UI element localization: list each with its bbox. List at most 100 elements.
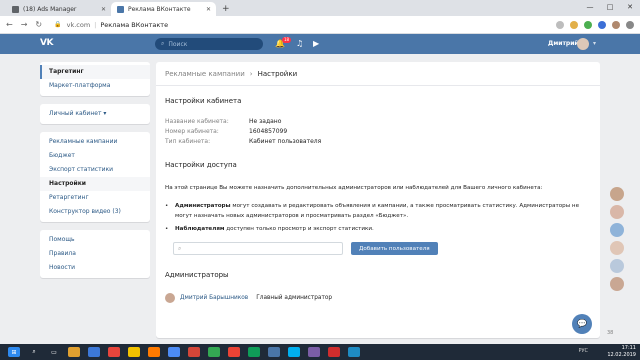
close-tab-icon[interactable]: ✕ — [101, 6, 106, 13]
settings-panel: Рекламные кампании › Настройки Настройки… — [156, 62, 600, 338]
bullet-text: Администраторы могут создавать и редакти… — [175, 201, 591, 221]
avatar[interactable] — [610, 223, 624, 237]
clock[interactable]: 17:11 12.02.2019 — [607, 345, 636, 359]
add-user-button[interactable]: Добавить пользователя — [351, 242, 438, 255]
avatar[interactable] — [165, 293, 175, 303]
user-name[interactable]: Дмитрий — [548, 40, 579, 47]
info-row: Номер кабинета: 1604857099 — [165, 127, 591, 137]
chat-button[interactable]: 💬 — [572, 314, 592, 334]
taskbar-app-icon[interactable] — [128, 347, 140, 357]
taskbar-app-icon[interactable] — [168, 347, 180, 357]
browser-tabbar: (18) Ads Manager ✕ Реклама ВКонтакте ✕ +… — [0, 0, 640, 16]
vk-header: VK ⌕ Поиск 🔔 18 ♫ ▶ Дмитрий ▾ — [0, 34, 640, 54]
url-field[interactable]: 🔒 vk.com | Реклама ВКонтакте — [54, 18, 556, 31]
menu-item-retargeting[interactable]: Ретаргетинг — [40, 191, 150, 205]
maximize-button[interactable]: □ — [600, 0, 620, 14]
tray-lang[interactable]: РУС — [578, 348, 588, 354]
breadcrumb-arrow-icon: › — [249, 69, 253, 78]
chevron-down-icon[interactable]: ▾ — [593, 40, 596, 47]
admins-title: Администраторы — [165, 271, 229, 279]
browser-tab-ads-manager[interactable]: (18) Ads Manager ✕ — [6, 2, 111, 16]
reload-icon[interactable]: ↻ — [35, 20, 42, 29]
bullet-body: доступен только просмотр и экспорт стати… — [224, 226, 374, 232]
close-tab-icon[interactable]: ✕ — [206, 6, 211, 13]
bullet-admins: • Администраторы могут создавать и редак… — [165, 201, 591, 221]
info-row: Тип кабинета: Кабинет пользователя — [165, 137, 591, 147]
menu-item-personal-cabinet[interactable]: Личный кабинет ▾ — [40, 107, 150, 121]
add-user-row: ⌕ Добавить пользователя — [173, 242, 591, 255]
menu-item-export-stats[interactable]: Экспорт статистики — [40, 163, 150, 177]
search-input[interactable]: ⌕ Поиск — [155, 38, 263, 50]
info-value: 1604857099 — [249, 128, 288, 135]
user-search-input[interactable]: ⌕ — [173, 242, 343, 255]
search-icon[interactable]: ⌕ — [28, 347, 40, 357]
bullet-body: могут создавать и редактировать объявлен… — [175, 203, 580, 219]
clock-time: 17:11 — [621, 345, 636, 351]
task-view-icon[interactable]: ▭ — [48, 347, 60, 357]
taskbar-app-icon[interactable] — [288, 347, 300, 357]
extension-icon[interactable] — [584, 20, 592, 29]
info-value[interactable]: Не задано — [249, 117, 281, 127]
address-bar: ← → ↻ 🔒 vk.com | Реклама ВКонтакте — [0, 16, 640, 34]
profile-icon[interactable] — [612, 20, 620, 29]
music-note-icon[interactable]: ♫ — [296, 39, 303, 48]
back-icon[interactable]: ← — [6, 20, 13, 29]
avatar[interactable] — [577, 38, 589, 50]
menu-item-settings[interactable]: Настройки — [40, 177, 150, 191]
star-icon[interactable] — [556, 20, 564, 29]
vk-logo[interactable]: VK — [40, 38, 53, 48]
admin-role: Главный администратор — [256, 295, 333, 301]
admin-name[interactable]: Дмитрий Барышников — [180, 295, 248, 301]
close-window-button[interactable]: ✕ — [620, 0, 640, 14]
bullet-dot: • — [165, 203, 169, 209]
notification-badge: 18 — [282, 37, 292, 43]
breadcrumb-parent[interactable]: Рекламные кампании — [165, 70, 245, 78]
menu-item-help[interactable]: Помощь — [40, 233, 150, 247]
new-tab-button[interactable]: + — [222, 4, 230, 14]
menu-item-rules[interactable]: Правила — [40, 247, 150, 261]
access-settings-section: Настройки доступа На этой странице Вы мо… — [156, 161, 600, 303]
forward-icon[interactable]: → — [21, 20, 28, 29]
access-bullets: • Администраторы могут создавать и редак… — [165, 201, 591, 234]
taskbar-app-icon[interactable] — [308, 347, 320, 357]
taskbar-app-icon[interactable] — [328, 347, 340, 357]
menu-block-campaigns: Рекламные кампании Бюджет Экспорт статис… — [40, 132, 150, 222]
menu-item-campaigns[interactable]: Рекламные кампании — [40, 135, 150, 149]
taskbar-app-icon[interactable] — [108, 347, 120, 357]
menu-item-news[interactable]: Новости — [40, 261, 150, 275]
menu-item-video-builder[interactable]: Конструктор видео (3) — [40, 205, 150, 219]
menu-block-targeting: Таргетинг Маркет-платформа — [40, 62, 150, 96]
play-icon[interactable]: ▶ — [313, 39, 319, 48]
taskbar-app-icon[interactable] — [88, 347, 100, 357]
avatar[interactable] — [610, 187, 624, 201]
menu-item-targeting[interactable]: Таргетинг — [40, 65, 150, 79]
taskbar-app-icon[interactable] — [348, 347, 360, 357]
taskbar-app-icon[interactable] — [208, 347, 220, 357]
search-icon: ⌕ — [178, 244, 182, 252]
menu-icon[interactable] — [626, 20, 634, 29]
tab-title: Реклама ВКонтакте — [128, 5, 191, 13]
taskbar-app-icon[interactable] — [148, 347, 160, 357]
menu-item-market-platform[interactable]: Маркет-платформа — [40, 79, 150, 93]
left-menu: Таргетинг Маркет-платформа Личный кабине… — [40, 62, 150, 286]
access-description: На этой странице Вы можете назначить доп… — [165, 185, 543, 191]
windows-start-icon[interactable]: ⊞ — [8, 347, 20, 357]
menu-block-cabinet: Личный кабинет ▾ — [40, 104, 150, 124]
avatar[interactable] — [610, 205, 624, 219]
tab-favicon-icon — [117, 5, 124, 13]
menu-item-budget[interactable]: Бюджет — [40, 149, 150, 163]
extension-icon[interactable] — [570, 20, 578, 29]
taskbar-app-icon[interactable] — [188, 347, 200, 357]
taskbar-app-icon[interactable] — [68, 347, 80, 357]
taskbar-app-icon[interactable] — [248, 347, 260, 357]
taskbar-app-icon[interactable] — [268, 347, 280, 357]
list-item: Дмитрий Барышников Главный администратор — [165, 293, 591, 303]
avatar[interactable] — [610, 259, 624, 273]
minimize-button[interactable]: — — [580, 0, 600, 14]
taskbar-app-icon[interactable] — [228, 347, 240, 357]
avatar[interactable] — [610, 241, 624, 255]
browser-tab-vk-ads[interactable]: Реклама ВКонтакте ✕ — [111, 2, 216, 16]
extension-icon[interactable] — [598, 20, 606, 29]
avatar[interactable] — [610, 277, 624, 291]
url-separator: | — [94, 20, 97, 29]
